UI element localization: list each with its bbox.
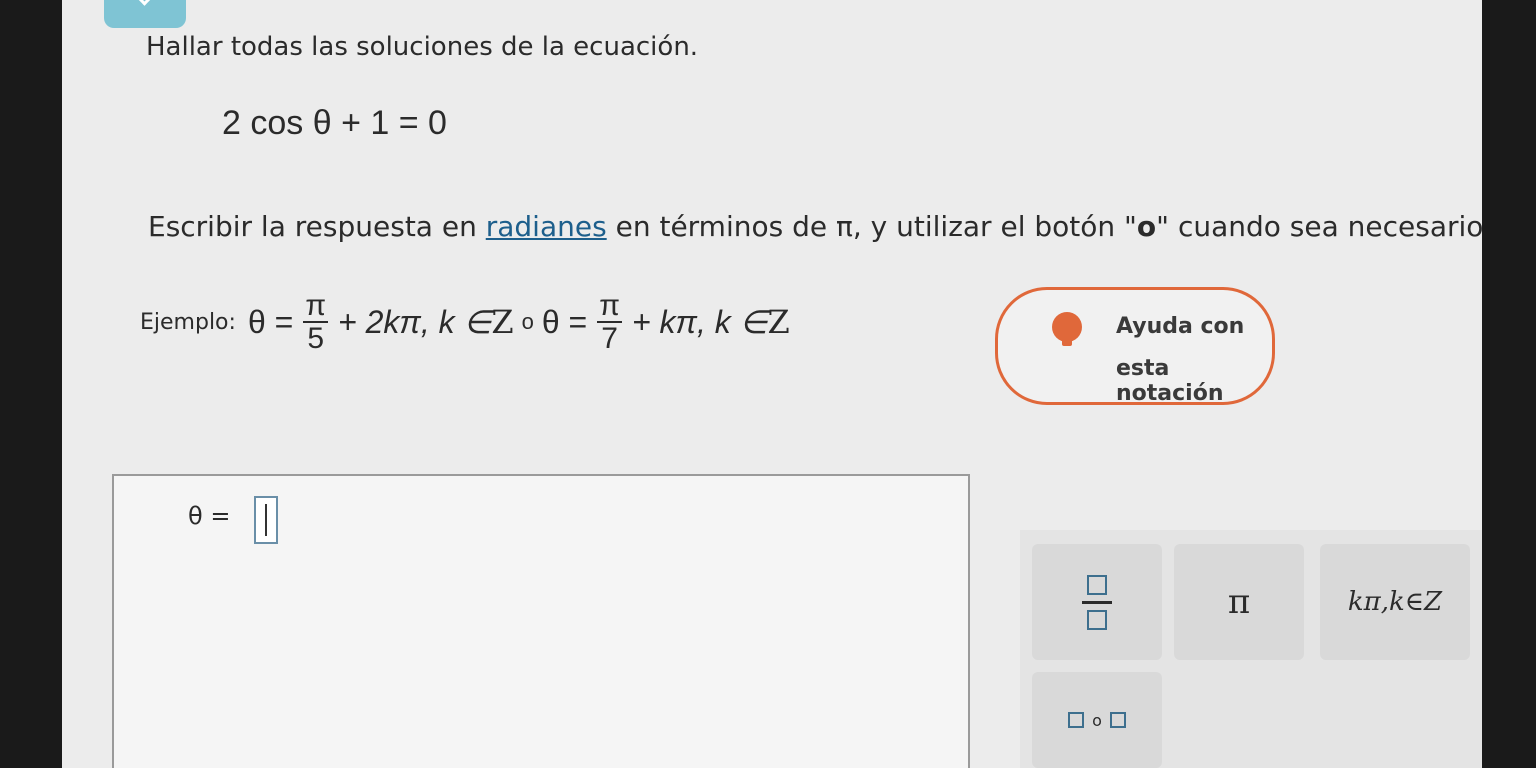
or-icon: o	[1068, 711, 1126, 730]
math-keypad: π kπ,k∈Z o	[1020, 530, 1482, 768]
or-symbol: o	[1092, 710, 1102, 730]
box-icon	[1068, 712, 1085, 728]
fraction-button[interactable]	[1032, 544, 1162, 660]
theta-equals-1: θ =	[247, 303, 294, 340]
equation: 2 cos θ + 1 = 0	[222, 104, 447, 142]
example-label: Ejemplo:	[140, 309, 236, 335]
answer-input[interactable]	[254, 496, 278, 544]
write-prefix: Escribir la respuesta en	[148, 210, 486, 243]
fraction-denominator: 5	[303, 321, 328, 355]
answer-format-instruction: Escribir la respuesta en radianes en tér…	[148, 210, 1482, 243]
example-expression-1: θ = π 5 + 2kπ, k ∈ Z	[247, 288, 514, 355]
integers-set-symbol: Z	[767, 303, 790, 341]
fraction-pi-over-7: π 7	[595, 288, 624, 355]
answer-theta-label: θ =	[188, 502, 231, 530]
fraction-numerator: π	[305, 288, 327, 322]
notation-help-button[interactable]: Ayuda con esta notación	[995, 287, 1275, 406]
collapse-tab[interactable]	[104, 0, 186, 28]
fraction-denominator: 7	[597, 321, 622, 355]
chevron-down-icon	[135, 0, 154, 6]
term-kpi: + kπ, k ∈	[631, 304, 768, 340]
question-panel: Hallar todas las soluciones de la ecuaci…	[62, 0, 1482, 768]
lightbulb-icon	[1052, 312, 1082, 346]
box-icon	[1087, 574, 1107, 595]
fraction-bar-icon	[1082, 600, 1112, 604]
fraction-numerator: π	[599, 288, 620, 322]
help-label-line2: esta notación	[1116, 356, 1224, 406]
fraction-pi-over-5: π 5	[301, 288, 330, 355]
fraction-icon	[1082, 574, 1112, 630]
write-button-word: o	[1136, 210, 1157, 243]
box-icon	[1109, 712, 1126, 728]
box-icon	[1087, 609, 1107, 630]
kpi-integer-button[interactable]: kπ,k∈Z	[1320, 544, 1470, 660]
theta-equals-2: θ =	[541, 303, 588, 340]
term-2kpi: + 2kπ, k ∈	[338, 304, 492, 340]
integers-set-symbol: Z	[491, 303, 514, 341]
write-suffix: " cuando sea necesario	[1156, 210, 1482, 243]
example-expression-2: θ = π 7 + kπ, k ∈ Z	[541, 288, 790, 355]
or-button[interactable]: o	[1032, 672, 1162, 768]
help-label-line1: Ayuda con	[1116, 314, 1245, 339]
radianes-link[interactable]: radianes	[486, 210, 607, 243]
answer-area: θ =	[112, 474, 970, 768]
pi-button[interactable]: π	[1174, 544, 1304, 660]
example-row: Ejemplo: θ = π 5 + 2kπ, k ∈ Z o θ = π 7 …	[140, 272, 790, 372]
instruction-text: Hallar todas las soluciones de la ecuaci…	[146, 32, 699, 62]
write-middle: en términos de π, y utilizar el botón "	[606, 210, 1137, 243]
or-word: o	[521, 309, 534, 334]
